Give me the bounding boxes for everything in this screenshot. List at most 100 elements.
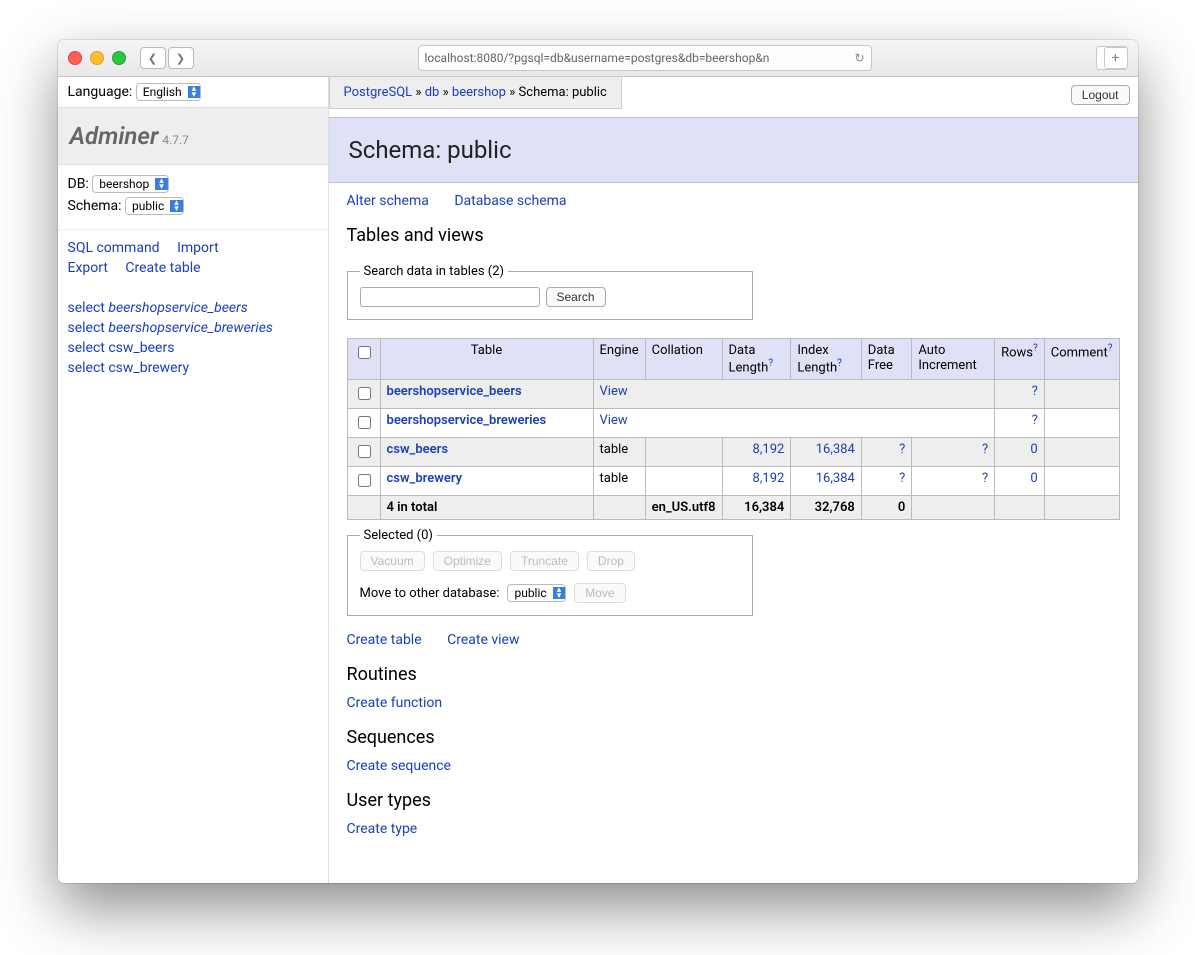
schema-select[interactable]: public▴▾	[125, 197, 184, 215]
col-indexlen: Index Length?	[791, 339, 861, 380]
rows-link[interactable]: 0	[1030, 442, 1037, 457]
usertypes-heading: User types	[347, 790, 1120, 811]
selected-legend: Selected (0)	[360, 528, 437, 543]
table-row: beershopservice_beers View?	[347, 380, 1119, 409]
search-input[interactable]	[360, 287, 540, 307]
export-link[interactable]: Export	[68, 260, 108, 276]
routines-heading: Routines	[347, 664, 1120, 685]
select-all-checkbox[interactable]	[358, 346, 371, 359]
create-view-link[interactable]: Create view	[447, 632, 519, 648]
bc-server[interactable]: db	[425, 85, 440, 100]
logout-button[interactable]: Logout	[1071, 85, 1130, 105]
col-comment: Comment?	[1044, 339, 1119, 380]
tables-grid: Table Engine Collation Data Length? Inde…	[347, 338, 1120, 520]
indexlen-link[interactable]: 16,384	[816, 471, 855, 486]
zoom-icon[interactable]	[112, 51, 126, 65]
row-checkbox[interactable]	[358, 445, 371, 458]
help-icon[interactable]: ?	[1033, 343, 1038, 354]
reload-icon[interactable]: ↻	[854, 51, 864, 65]
minimize-icon[interactable]	[90, 51, 104, 65]
row-checkbox[interactable]	[358, 387, 371, 400]
table-name-link[interactable]: csw_beers	[387, 442, 449, 457]
titlebar: ❮ ❯ localhost:8080/?pgsql=db&username=po…	[58, 40, 1138, 77]
database-schema-link[interactable]: Database schema	[454, 193, 566, 209]
table-row: csw_brewerytable8,19216,384??0	[347, 467, 1119, 496]
bc-current: Schema: public	[519, 85, 607, 100]
col-datalen: Data Length?	[722, 339, 791, 380]
engine-link[interactable]: View	[600, 384, 628, 399]
engine-link[interactable]: View	[600, 413, 628, 428]
datalen-link[interactable]: 8,192	[753, 471, 785, 486]
forward-button[interactable]: ❯	[168, 47, 194, 69]
sidebar-table-link[interactable]: select csw_brewery	[68, 360, 190, 376]
rows-link[interactable]: ?	[1032, 413, 1038, 428]
db-select[interactable]: beershop▴▾	[92, 175, 168, 193]
bc-db[interactable]: beershop	[452, 85, 506, 100]
schema-label: Schema:	[68, 198, 122, 214]
row-checkbox-cell	[347, 380, 380, 409]
selected-fieldset: Selected (0) Vacuum Optimize Truncate Dr…	[347, 528, 753, 616]
search-fieldset: Search data in tables (2) Search	[347, 264, 753, 320]
row-checkbox-cell	[347, 467, 380, 496]
search-button[interactable]: Search	[546, 287, 606, 307]
move-label: Move to other database:	[360, 586, 500, 601]
vacuum-button[interactable]: Vacuum	[360, 551, 425, 571]
footer-indexlen: 32,768	[791, 496, 861, 520]
indexlen-link[interactable]: 16,384	[816, 442, 855, 457]
col-datafree: Data Free	[861, 339, 912, 380]
autoinc-link[interactable]: ?	[982, 471, 988, 486]
autoinc-link[interactable]: ?	[982, 442, 988, 457]
truncate-button[interactable]: Truncate	[510, 551, 579, 571]
table-name-link[interactable]: beershopservice_beers	[387, 384, 522, 399]
bc-driver[interactable]: PostgreSQL	[344, 85, 413, 100]
help-icon[interactable]: ?	[768, 358, 773, 369]
main: PostgreSQL » db » beershop » Schema: pub…	[329, 77, 1138, 883]
create-sequence-link[interactable]: Create sequence	[347, 758, 451, 774]
alter-schema-link[interactable]: Alter schema	[347, 193, 429, 209]
page-title: Schema: public	[329, 117, 1138, 183]
import-link[interactable]: Import	[177, 240, 219, 256]
row-checkbox-cell	[347, 409, 380, 438]
close-icon[interactable]	[68, 51, 82, 65]
optimize-button[interactable]: Optimize	[433, 551, 502, 571]
db-label: DB:	[68, 176, 89, 192]
url-bar[interactable]: localhost:8080/?pgsql=db&username=postgr…	[418, 45, 872, 71]
sidebar-table-link[interactable]: select beershopservice_breweries	[68, 320, 273, 336]
language-select[interactable]: English▴▾	[136, 83, 201, 101]
back-button[interactable]: ❮	[140, 47, 166, 69]
datalen-link[interactable]: 8,192	[753, 442, 785, 457]
table-name-link[interactable]: csw_brewery	[387, 471, 463, 486]
col-rows: Rows?	[995, 339, 1045, 380]
sequences-heading: Sequences	[347, 727, 1120, 748]
datafree-link[interactable]: ?	[899, 471, 905, 486]
table-row: csw_beerstable8,19216,384??0	[347, 438, 1119, 467]
col-autoinc: Auto Increment	[912, 339, 995, 380]
footer-total: 4 in total	[380, 496, 593, 520]
row-checkbox[interactable]	[358, 474, 371, 487]
url-text: localhost:8080/?pgsql=db&username=postgr…	[425, 51, 849, 65]
breadcrumb: PostgreSQL » db » beershop » Schema: pub…	[329, 77, 622, 109]
help-icon[interactable]: ?	[1108, 343, 1113, 354]
sql-command-link[interactable]: SQL command	[68, 240, 160, 256]
create-function-link[interactable]: Create function	[347, 695, 443, 711]
sidebar-table-link[interactable]: select csw_beers	[68, 340, 175, 356]
drop-button[interactable]: Drop	[587, 551, 635, 571]
help-icon[interactable]: ?	[837, 358, 842, 369]
table-name-link[interactable]: beershopservice_breweries	[387, 413, 547, 428]
sidebar-table-link[interactable]: select beershopservice_beers	[68, 300, 248, 316]
col-engine: Engine	[593, 339, 645, 380]
create-table-side-link[interactable]: Create table	[125, 260, 200, 276]
new-tab-button[interactable]: +	[1104, 47, 1128, 69]
row-checkbox[interactable]	[358, 416, 371, 429]
move-target-select[interactable]: public▴▾	[507, 584, 566, 602]
rows-link[interactable]: 0	[1030, 471, 1037, 486]
footer-datafree: 0	[861, 496, 912, 520]
col-table: Table	[380, 339, 593, 380]
create-type-link[interactable]: Create type	[347, 821, 418, 837]
col-collation: Collation	[645, 339, 722, 380]
datafree-link[interactable]: ?	[899, 442, 905, 457]
move-button[interactable]: Move	[574, 583, 625, 603]
footer-datalen: 16,384	[722, 496, 791, 520]
create-table-link[interactable]: Create table	[347, 632, 422, 648]
rows-link[interactable]: ?	[1032, 384, 1038, 399]
